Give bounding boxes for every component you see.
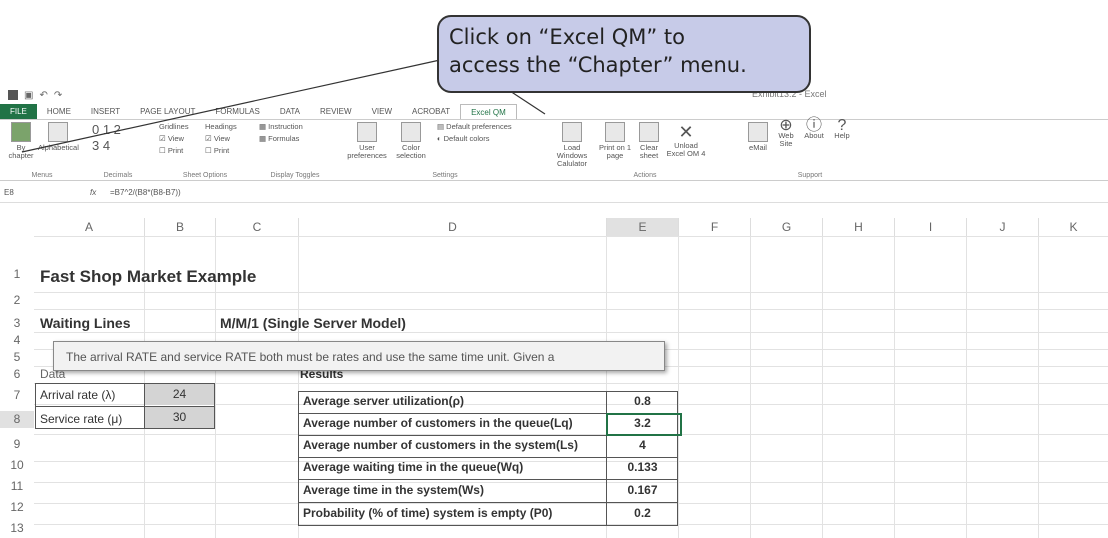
callout-line-2: access the “Chapter” menu. [449, 53, 747, 77]
instruction-callout: Click on “Excel QM” to access the “Chapt… [437, 15, 811, 93]
callout-line-1: Click on “Excel QM” to [449, 25, 686, 49]
